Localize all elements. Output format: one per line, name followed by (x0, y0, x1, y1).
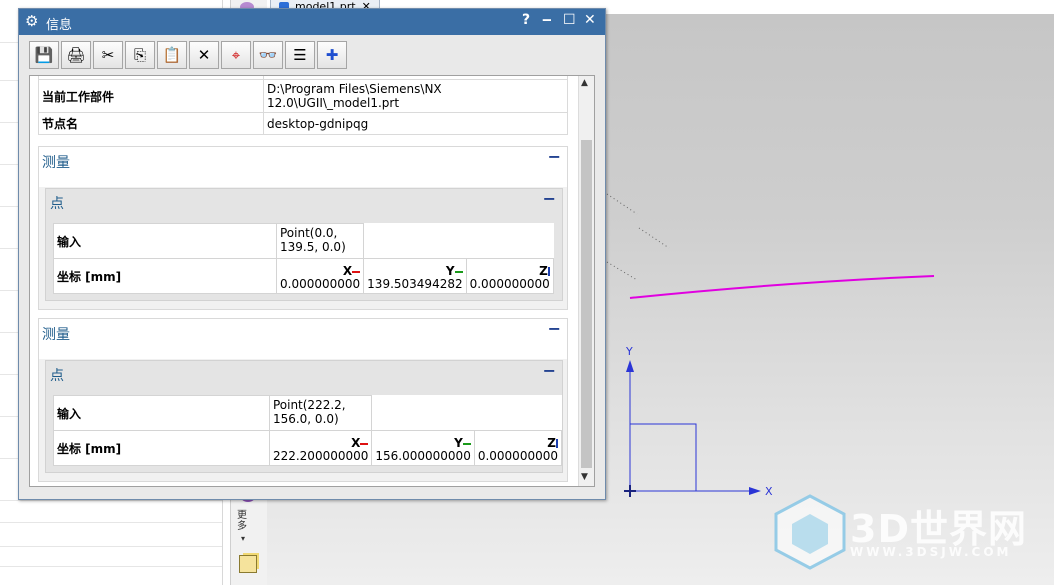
z-axis-icon (547, 267, 550, 276)
y-axis-glyph: Y (454, 436, 463, 450)
cube-icon[interactable] (239, 555, 257, 573)
gear-icon[interactable]: ⚙ (25, 12, 38, 30)
y-axis-icon (462, 442, 471, 445)
x-axis-glyph: X (351, 436, 361, 450)
x-value: 0.000000000 (280, 277, 361, 291)
point-title: 点 (50, 196, 64, 212)
collapse-icon[interactable]: − (543, 189, 556, 208)
input-label: 输入 (53, 223, 277, 259)
dialog-title: 信息 (46, 18, 73, 33)
coord-x: X 222.200000000 (268, 430, 373, 466)
point-table: 输入 Point(0.0, 139.5, 0.0) 坐标 [mm] X 0.00… (53, 223, 554, 294)
dotted-edge-2 (638, 227, 670, 249)
add-icon: ✚ (325, 46, 339, 64)
table-row: 当前工作部件 D:\Program Files\Siemens\NX 12.0\… (38, 79, 568, 113)
crosshair-button[interactable]: ⌖ (221, 41, 251, 69)
x-value: 222.200000000 (272, 449, 369, 463)
coord-y: Y 139.503494282 (363, 258, 467, 294)
delete-icon: ✕ (197, 46, 211, 64)
close-button[interactable]: ✕ (584, 12, 596, 28)
measure-title: 测量 (42, 155, 70, 171)
y-value: 156.000000000 (375, 449, 471, 463)
coord-label: 坐标 [mm] (53, 258, 277, 294)
cut-icon: ✂ (101, 46, 115, 64)
delete-button[interactable]: ✕ (189, 41, 219, 69)
more-label[interactable]: 更多 (237, 510, 251, 532)
z-axis-glyph: Z (547, 436, 556, 450)
binoculars-button[interactable]: 👓 (253, 41, 283, 69)
collapse-icon[interactable]: − (548, 147, 561, 166)
y-axis-icon (454, 270, 463, 273)
dotted-edge-1 (606, 193, 638, 215)
wrap-button[interactable]: ☰ (285, 41, 315, 69)
coord-y: Y 156.000000000 (371, 430, 475, 466)
watermark-url: WWW.3DSJW.COM (850, 545, 1012, 559)
y-axis-label: Y (625, 345, 633, 358)
dialog-titlebar[interactable]: ⚙ 信息 ? ‒ ☐ ✕ (19, 9, 605, 35)
print-button[interactable]: 🖨 (61, 41, 91, 69)
binoculars-icon: 👓 (258, 46, 278, 64)
point-table: 输入 Point(222.2, 156.0, 0.0) 坐标 [mm] X 22… (53, 395, 563, 466)
measure-section: 测量 − 点 − 输入 Point(0.0, 139.5, 0.0) 坐标 [m… (38, 146, 568, 310)
z-axis-icon (556, 439, 558, 448)
info-value: desktop-gdnipqg (263, 112, 568, 135)
y-value: 139.503494282 (367, 277, 463, 291)
info-value: D:\Program Files\Siemens\NX 12.0\UGII\_m… (263, 79, 568, 113)
input-value: Point(0.0, 139.5, 0.0) (275, 223, 365, 259)
z-value: 0.000000000 (469, 277, 550, 291)
dotted-edge-3 (606, 261, 638, 281)
add-button[interactable]: ✚ (317, 41, 347, 69)
coord-z: Z 0.000000000 (473, 430, 563, 466)
save-icon: 💾 (34, 46, 54, 64)
wcs-box (629, 423, 697, 492)
cut-button[interactable]: ✂ (93, 41, 123, 69)
vertical-scrollbar[interactable]: ▲ ▼ (578, 76, 594, 486)
z-value: 0.000000000 (477, 449, 558, 463)
coord-x: X 0.000000000 (275, 258, 365, 294)
table-row: 节点名 desktop-gdnipqg (38, 112, 568, 135)
point-title: 点 (50, 368, 64, 384)
collapse-icon[interactable]: − (548, 319, 561, 338)
x-axis-icon (352, 270, 361, 273)
x-axis-glyph: X (342, 264, 353, 278)
info-key: 节点名 (38, 112, 264, 135)
point-subsection: 点 − 输入 Point(0.0, 139.5, 0.0) 坐标 [mm] X … (45, 188, 563, 301)
info-content[interactable]: 当前工作部件 D:\Program Files\Siemens\NX 12.0\… (29, 75, 595, 487)
collapse-icon[interactable]: − (543, 361, 556, 380)
copy-button[interactable]: ⎘ (125, 41, 155, 69)
copy-icon: ⎘ (133, 46, 146, 64)
information-dialog: ⚙ 信息 ? ‒ ☐ ✕ 💾 🖨 ✂ ⎘ 📋 ✕ ⌖ 👓 ☰ ✚ 当前工作部件 D:\Progra… (18, 8, 606, 500)
measure-section: 测量 − 点 − 输入 Point(222.2, 156.0, 0.0) 坐标 … (38, 318, 568, 482)
measure-title: 测量 (42, 327, 70, 343)
wrap-icon: ☰ (293, 46, 307, 64)
paste-icon: 📋 (162, 46, 182, 64)
watermark-logo-icon (774, 494, 846, 570)
help-button[interactable]: ? (522, 12, 530, 28)
scroll-up-icon[interactable]: ▲ (581, 78, 588, 88)
crosshair-icon: ⌖ (231, 46, 241, 64)
print-icon: 🖨 (66, 46, 86, 64)
z-axis-glyph: Z (539, 264, 548, 278)
paste-button[interactable]: 📋 (157, 41, 187, 69)
scrollbar-thumb[interactable] (581, 140, 592, 468)
scroll-down-icon[interactable]: ▼ (581, 472, 588, 482)
maximize-button[interactable]: ☐ (563, 12, 576, 28)
input-value: Point(222.2, 156.0, 0.0) (268, 395, 373, 431)
y-axis-glyph: Y (445, 264, 455, 278)
x-axis-icon (360, 442, 369, 445)
x-axis-arrow (749, 487, 761, 495)
y-axis-arrow (626, 360, 634, 372)
spline-curve (629, 275, 935, 299)
wcs-triad: Y X (624, 345, 773, 498)
save-button[interactable]: 💾 (29, 41, 59, 69)
minimize-button[interactable]: ‒ (542, 12, 552, 28)
more-dropdown-icon[interactable]: ▾ (241, 534, 245, 543)
point-subsection: 点 − 输入 Point(222.2, 156.0, 0.0) 坐标 [mm] … (45, 360, 563, 473)
coord-z: Z 0.000000000 (465, 258, 554, 294)
info-key: 当前工作部件 (38, 79, 264, 113)
info-table: 当前工作部件 D:\Program Files\Siemens\NX 12.0\… (38, 76, 568, 135)
input-label: 输入 (53, 395, 270, 431)
dialog-toolbar: 💾 🖨 ✂ ⎘ 📋 ✕ ⌖ 👓 ☰ ✚ (29, 41, 347, 71)
coord-label: 坐标 [mm] (53, 430, 270, 466)
